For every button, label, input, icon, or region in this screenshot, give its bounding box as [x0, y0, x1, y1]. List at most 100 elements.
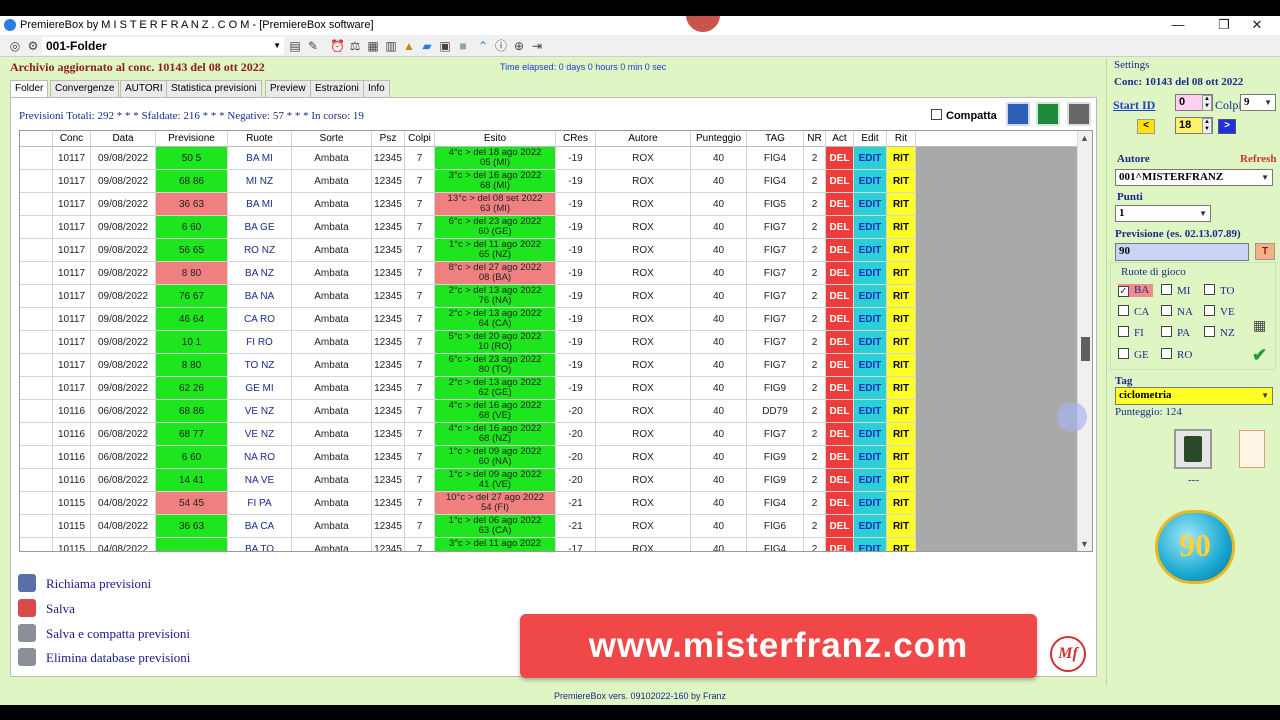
rit-button[interactable]: RIT [887, 446, 916, 469]
tab-estrazioni[interactable]: Estrazioni [310, 80, 364, 98]
rit-button[interactable]: RIT [887, 308, 916, 331]
del-button[interactable]: DEL [826, 538, 854, 551]
t-button[interactable]: T [1255, 243, 1275, 260]
tab-preview[interactable]: Preview [265, 80, 311, 98]
previsione-input[interactable]: 90 [1115, 243, 1249, 261]
table-row[interactable]: 10117 09/08/2022 50 5 BA MI Ambata 12345 7 4°c … [20, 147, 1078, 170]
tab-convergenze[interactable]: Convergenze [50, 80, 120, 98]
edit-button[interactable]: EDIT [854, 262, 887, 285]
richiama-previsioni-link[interactable]: Richiama previsioni [18, 574, 318, 594]
del-button[interactable]: DEL [826, 216, 854, 239]
alarm-icon[interactable]: ⏰ [330, 39, 345, 53]
del-button[interactable]: DEL [826, 170, 854, 193]
punti-select[interactable]: 1 ▼ [1115, 205, 1211, 222]
column-header-psz[interactable]: Psz [372, 131, 405, 147]
edit-button[interactable]: EDIT [854, 285, 887, 308]
ruota-ba-checkbox[interactable]: ✓ BA [1118, 284, 1154, 297]
edit-button[interactable]: EDIT [854, 308, 887, 331]
start-id-link[interactable]: Start ID [1113, 98, 1155, 113]
tab-statistica-previsioni[interactable]: Statistica previsioni [166, 80, 262, 98]
table-row[interactable]: 10117 09/08/2022 8 80 TO NZ Ambata 12345 7 6°c … [20, 354, 1078, 377]
del-button[interactable]: DEL [826, 400, 854, 423]
prev-button[interactable]: < [1137, 119, 1155, 134]
edit-button[interactable]: EDIT [854, 446, 887, 469]
page-icon[interactable]: ▤ [288, 39, 302, 53]
edit-button[interactable]: EDIT [854, 147, 887, 170]
settings-wheel-icon[interactable]: ◎ [8, 39, 22, 53]
folder-icon[interactable]: ▰ [420, 39, 434, 53]
print-icon[interactable] [1067, 102, 1091, 126]
folder-select[interactable]: 001-Folder ▼ [42, 37, 284, 55]
table-row[interactable]: 10116 06/08/2022 68 86 VE NZ Ambata 12345 7 4°c… [20, 400, 1078, 423]
column-header-autore[interactable]: Autore [596, 131, 691, 147]
rit-button[interactable]: RIT [887, 515, 916, 538]
table-scrollbar[interactable]: ▲ ▼ [1077, 131, 1092, 551]
rit-button[interactable]: RIT [887, 377, 916, 400]
del-button[interactable]: DEL [826, 331, 854, 354]
del-button[interactable]: DEL [826, 147, 854, 170]
column-header-previsione[interactable]: Previsione [156, 131, 228, 147]
del-button[interactable]: DEL [826, 515, 854, 538]
device-icon[interactable] [1174, 429, 1212, 469]
column-header-esito[interactable]: Esito [435, 131, 556, 147]
rit-button[interactable]: RIT [887, 216, 916, 239]
table-row[interactable]: 10115 04/08/2022 36 63 BA CA Ambata 12345 7 1°c… [20, 515, 1078, 538]
tab-info[interactable]: Info [363, 80, 390, 98]
tab-autori[interactable]: AUTORI [120, 80, 168, 98]
del-button[interactable]: DEL [826, 262, 854, 285]
salva-compatta-link[interactable]: Salva e compatta previsioni [18, 624, 318, 644]
del-button[interactable]: DEL [826, 354, 854, 377]
confirm-check-icon[interactable]: ✔ [1252, 345, 1267, 366]
table-row[interactable]: 10117 09/08/2022 10 1 FI RO Ambata 12345 7 5°c … [20, 331, 1078, 354]
edit-button[interactable]: EDIT [854, 538, 887, 551]
column-header-nr[interactable]: NR [804, 131, 826, 147]
edit-button[interactable]: EDIT [854, 423, 887, 446]
column-header-rit[interactable]: Rit [887, 131, 916, 147]
table-row[interactable]: 10117 09/08/2022 62 26 GE MI Ambata 12345 7 2°c… [20, 377, 1078, 400]
column-header-sorte[interactable]: Sorte [292, 131, 372, 147]
ruota-ro-checkbox[interactable]: RO [1161, 348, 1192, 361]
next-button[interactable]: > [1218, 119, 1236, 134]
chart-icon[interactable]: ⌃ [476, 39, 490, 53]
gear-icon[interactable]: ⚙ [26, 39, 40, 53]
table-row[interactable]: 10117 09/08/2022 36 63 BA MI Ambata 12345 7 13°… [20, 193, 1078, 216]
ruota-ge-checkbox[interactable]: GE [1118, 348, 1149, 361]
elimina-database-link[interactable]: Elimina database previsioni [18, 648, 318, 668]
column-header-ruote[interactable]: Ruote [228, 131, 292, 147]
rit-button[interactable]: RIT [887, 193, 916, 216]
ruota-ca-checkbox[interactable]: CA [1118, 305, 1149, 318]
column-header-punteggio[interactable]: Punteggio [691, 131, 747, 147]
ruota-fi-checkbox[interactable]: FI [1118, 326, 1144, 339]
tag-select[interactable]: ciclometria ▼ [1115, 387, 1273, 405]
table-icon[interactable]: ▥ [384, 39, 398, 53]
ruota-na-checkbox[interactable]: NA [1161, 305, 1193, 318]
ruota-mi-checkbox[interactable]: MI [1161, 284, 1190, 297]
refresh-link[interactable]: Refresh [1240, 153, 1276, 165]
edit-button[interactable]: EDIT [854, 193, 887, 216]
rit-button[interactable]: RIT [887, 331, 916, 354]
edit-button[interactable]: EDIT [854, 170, 887, 193]
exit-icon[interactable]: ⇥ [530, 39, 544, 53]
ruota-pa-checkbox[interactable]: PA [1161, 326, 1190, 339]
column-header-conc[interactable]: Conc [53, 131, 91, 147]
del-button[interactable]: DEL [826, 423, 854, 446]
compatta-checkbox[interactable]: Compatta [931, 109, 997, 122]
ruota-to-checkbox[interactable]: TO [1204, 284, 1234, 297]
camera-icon[interactable]: ■ [456, 39, 470, 53]
table-row[interactable]: 10117 09/08/2022 6 60 BA GE Ambata 12345 7 6°c … [20, 216, 1078, 239]
edit-button[interactable]: EDIT [854, 515, 887, 538]
edit-button[interactable]: EDIT [854, 469, 887, 492]
pencil-icon[interactable]: ✎ [306, 39, 320, 53]
del-button[interactable]: DEL [826, 492, 854, 515]
table-row[interactable]: 10116 06/08/2022 6 60 NA RO Ambata 12345 7 1°c … [20, 446, 1078, 469]
table-row[interactable]: 10116 06/08/2022 14 41 NA VE Ambata 12345 7 1°c… [20, 469, 1078, 492]
info-icon[interactable]: ⓘ [494, 39, 508, 53]
table-row[interactable]: 10115 04/08/2022 BA TO Ambata 12345 7 3°c > de… [20, 538, 1078, 551]
grid-icon[interactable]: ▦ [366, 39, 380, 53]
grid-select-icon[interactable]: ▦ [1253, 317, 1266, 334]
minimize-button[interactable]: — [1155, 17, 1201, 35]
del-button[interactable]: DEL [826, 377, 854, 400]
column-header-tag[interactable]: TAG [747, 131, 804, 147]
column-header-colpi[interactable]: Colpi [405, 131, 435, 147]
close-button[interactable]: ✕ [1234, 17, 1280, 35]
